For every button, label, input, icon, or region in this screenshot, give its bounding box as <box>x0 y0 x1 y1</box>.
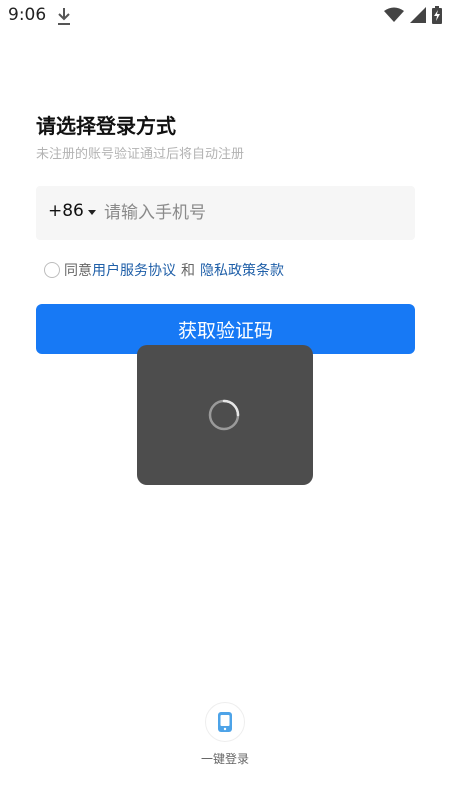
caret-down-icon <box>87 209 96 215</box>
page-title: 请选择登录方式 <box>36 114 176 138</box>
one-key-login-button[interactable] <box>205 702 245 742</box>
agreement-checkbox[interactable] <box>44 262 60 278</box>
download-icon <box>58 8 70 25</box>
phone-field-row: +86 <box>36 186 415 240</box>
one-key-login-label: 一键登录 <box>200 752 249 766</box>
country-code-label: +86 <box>48 201 84 221</box>
cell-signal-icon <box>410 7 426 23</box>
phone-icon <box>218 712 232 732</box>
status-time: 9:06 <box>8 5 47 25</box>
agreement-row: 同意 用户服务协议 和 隐私政策条款 <box>44 260 284 280</box>
wifi-icon <box>384 7 404 22</box>
phone-input[interactable] <box>104 196 404 230</box>
terms-link[interactable]: 用户服务协议 <box>92 260 176 280</box>
page-subtitle: 未注册的账号验证通过后将自动注册 <box>36 147 245 162</box>
privacy-link[interactable]: 隐私政策条款 <box>200 260 284 280</box>
loading-overlay <box>137 345 313 485</box>
agreement-connector: 和 <box>181 263 195 279</box>
status-bar: 9:06 <box>0 0 450 30</box>
spinner-icon <box>208 399 240 431</box>
status-icons <box>384 6 442 24</box>
country-code-selector[interactable]: +86 <box>48 201 96 221</box>
agreement-prefix: 同意 <box>64 263 92 279</box>
battery-charging-icon <box>432 6 442 24</box>
